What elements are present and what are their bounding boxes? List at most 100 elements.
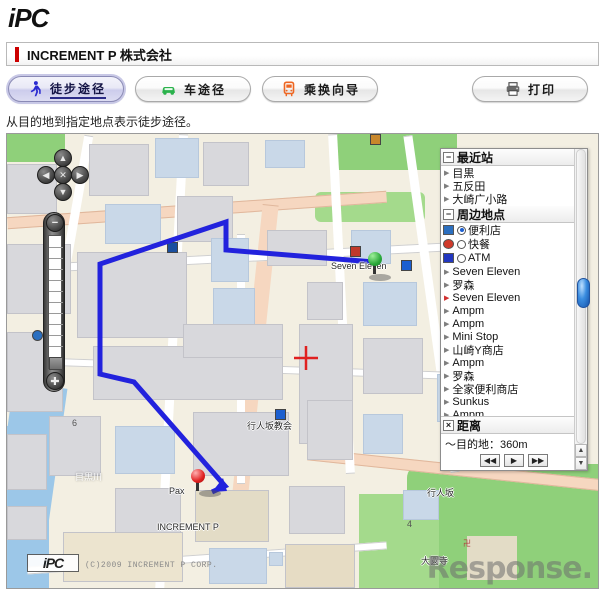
bullet-arrow-icon: ▶ — [444, 268, 450, 276]
bullet-arrow-icon: ▶ — [444, 359, 450, 367]
list-item[interactable]: ▶ Ampm — [441, 408, 587, 417]
place-label: 罗森 — [452, 279, 475, 292]
category-convenience-store[interactable]: 便利店 — [441, 223, 587, 237]
printer-icon — [506, 82, 520, 96]
response-watermark: Response. — [426, 551, 593, 586]
bullet-arrow-icon: ▶ — [444, 320, 450, 328]
nearby-places-toggle[interactable]: − — [443, 208, 454, 220]
category-radio[interactable] — [457, 225, 466, 235]
start-marker-green-pin[interactable] — [367, 252, 383, 274]
nearby-places-header[interactable]: − 周边地点 — [441, 206, 587, 223]
print-button[interactable]: 打印 — [472, 76, 588, 102]
list-item[interactable]: ▶ Seven Eleven — [441, 291, 587, 304]
bullet-arrow-icon: ▶ — [444, 398, 450, 406]
map-canvas[interactable]: 目黒川 行人坂教会 行人坂 大圓寺 Seven Eleven Pax INCRE… — [7, 134, 598, 588]
destination-marker-red-pin[interactable] — [190, 469, 206, 491]
nearest-station-header[interactable]: − 最近站 — [441, 149, 587, 166]
list-item[interactable]: ▶ Ampm — [441, 317, 587, 330]
map-pan-control[interactable]: ▲ ◀ ▶ ▼ ✕ — [37, 149, 89, 201]
panel-scrollbar[interactable]: ▲ ▼ — [574, 149, 590, 470]
nearest-station-title: 最近站 — [457, 150, 494, 165]
tab-transit-guide[interactable]: 乘换向导 — [262, 76, 378, 102]
zoom-track[interactable] — [48, 235, 63, 370]
map-label-gyoninzaka-church: 行人坂教会 — [247, 421, 293, 431]
list-item[interactable]: ▶ Sunkus — [441, 395, 587, 408]
route-description: 从目的地到指定地点表示徒步途径。 — [6, 115, 199, 129]
list-item[interactable]: ▶ 罗森 — [441, 278, 587, 292]
zoom-out-button[interactable]: − — [46, 214, 64, 232]
nearest-station-list: ▶ 目黒 ▶ 五反田 ▶ 大崎广小路 — [441, 166, 587, 206]
fast-food-icon — [443, 239, 454, 249]
pan-left-button[interactable]: ◀ — [37, 166, 55, 184]
scrollbar-thumb[interactable] — [577, 278, 590, 308]
category-fast-food[interactable]: 快餐 — [441, 237, 587, 251]
distance-section: × 距离 〜目的地：360m ◀◀ ▶ ▶▶ — [441, 416, 587, 470]
zoom-slider[interactable]: − ✚ — [43, 212, 65, 392]
category-radio[interactable] — [457, 239, 466, 249]
pan-center-button[interactable]: ✕ — [54, 166, 72, 184]
pan-up-button[interactable]: ▲ — [54, 149, 72, 167]
atm-icon — [443, 253, 454, 263]
list-item[interactable]: ▶ Ampm — [441, 304, 587, 317]
bullet-arrow-icon: ▶ — [444, 294, 450, 302]
pan-down-button[interactable]: ▼ — [54, 183, 72, 201]
convenience-store-icon — [443, 225, 454, 235]
map-footer-logo: iPC — [27, 554, 79, 572]
scroll-up-button[interactable]: ▲ — [575, 444, 587, 457]
tab-walking-label: 徒步途径 — [49, 80, 106, 99]
page-title: INCREMENT P 株式会社 — [27, 47, 172, 63]
list-item[interactable]: ▶ 大崎广小路 — [441, 192, 587, 206]
pan-center-glyph: ✕ — [59, 169, 67, 180]
tab-car-route[interactable]: 车途径 — [135, 76, 251, 102]
distance-close-toggle[interactable]: × — [443, 419, 454, 431]
place-label: Seven Eleven — [452, 291, 521, 304]
pan-down-glyph: ▼ — [58, 186, 68, 197]
scroll-down-button[interactable]: ▼ — [575, 457, 587, 470]
bullet-arrow-icon: ▶ — [444, 307, 450, 315]
tab-car-label: 车途径 — [183, 82, 226, 97]
pedestrian-icon — [30, 81, 41, 97]
bullet-arrow-icon: ▶ — [444, 169, 450, 177]
page-title-bar: INCREMENT P 株式会社 — [6, 42, 599, 66]
train-icon — [283, 81, 295, 97]
pan-up-glyph: ▲ — [58, 152, 68, 163]
nearest-station-toggle[interactable]: − — [443, 151, 454, 163]
place-label: Ampm — [452, 408, 485, 417]
place-label: Ampm — [452, 304, 485, 317]
category-label: ATM — [468, 252, 491, 264]
list-item[interactable]: ▶ 山崎Y商店 — [441, 343, 587, 357]
center-crosshair — [294, 346, 318, 370]
category-label: 快餐 — [468, 239, 490, 251]
destination-marker-shadow — [199, 490, 221, 497]
bullet-arrow-icon: ▶ — [444, 281, 450, 289]
list-item[interactable]: ▶ 全家便利商店 — [441, 382, 587, 396]
zoom-out-glyph: − — [51, 217, 59, 229]
logo-text: iPC — [8, 3, 49, 33]
print-label: 打印 — [527, 82, 556, 97]
zoom-slider-thumb[interactable] — [49, 357, 63, 370]
bullet-arrow-icon: ▶ — [444, 385, 450, 393]
place-label: 全家便利商店 — [452, 383, 519, 396]
distance-header[interactable]: × 距离 — [441, 417, 587, 434]
category-radio[interactable] — [457, 253, 466, 263]
rewind-button[interactable]: ◀◀ — [480, 454, 500, 467]
zoom-in-glyph: ✚ — [50, 375, 60, 388]
bullet-arrow-icon: ▶ — [444, 195, 450, 203]
bullet-arrow-icon: ▶ — [444, 346, 450, 354]
play-button[interactable]: ▶ — [504, 454, 524, 467]
map-viewport[interactable]: 目黒川 行人坂教会 行人坂 大圓寺 Seven Eleven Pax INCRE… — [6, 133, 599, 589]
distance-value: 〜目的地：360m — [445, 439, 528, 451]
pan-right-glyph: ▶ — [76, 169, 84, 180]
nearby-places-list[interactable]: ▶ Seven Eleven ▶ 罗森 ▶ Seven Eleven ▶ Ampm ▶ A… — [441, 265, 587, 417]
scrollbar-arrows: ▲ ▼ — [575, 444, 587, 470]
pan-right-button[interactable]: ▶ — [71, 166, 89, 184]
zoom-in-button[interactable]: ✚ — [46, 372, 64, 390]
tab-transit-label: 乘换向导 — [303, 82, 360, 97]
forward-button[interactable]: ▶▶ — [528, 454, 548, 467]
map-label-gyoninzaka: 行人坂 — [427, 488, 455, 498]
place-label: Sunkus — [452, 395, 490, 408]
scrollbar-track[interactable] — [576, 149, 590, 444]
distance-playback-controls: ◀◀ ▶ ▶▶ — [441, 454, 587, 470]
category-atm[interactable]: ATM — [441, 251, 587, 265]
tab-walking-route[interactable]: 徒步途径 — [8, 76, 124, 102]
